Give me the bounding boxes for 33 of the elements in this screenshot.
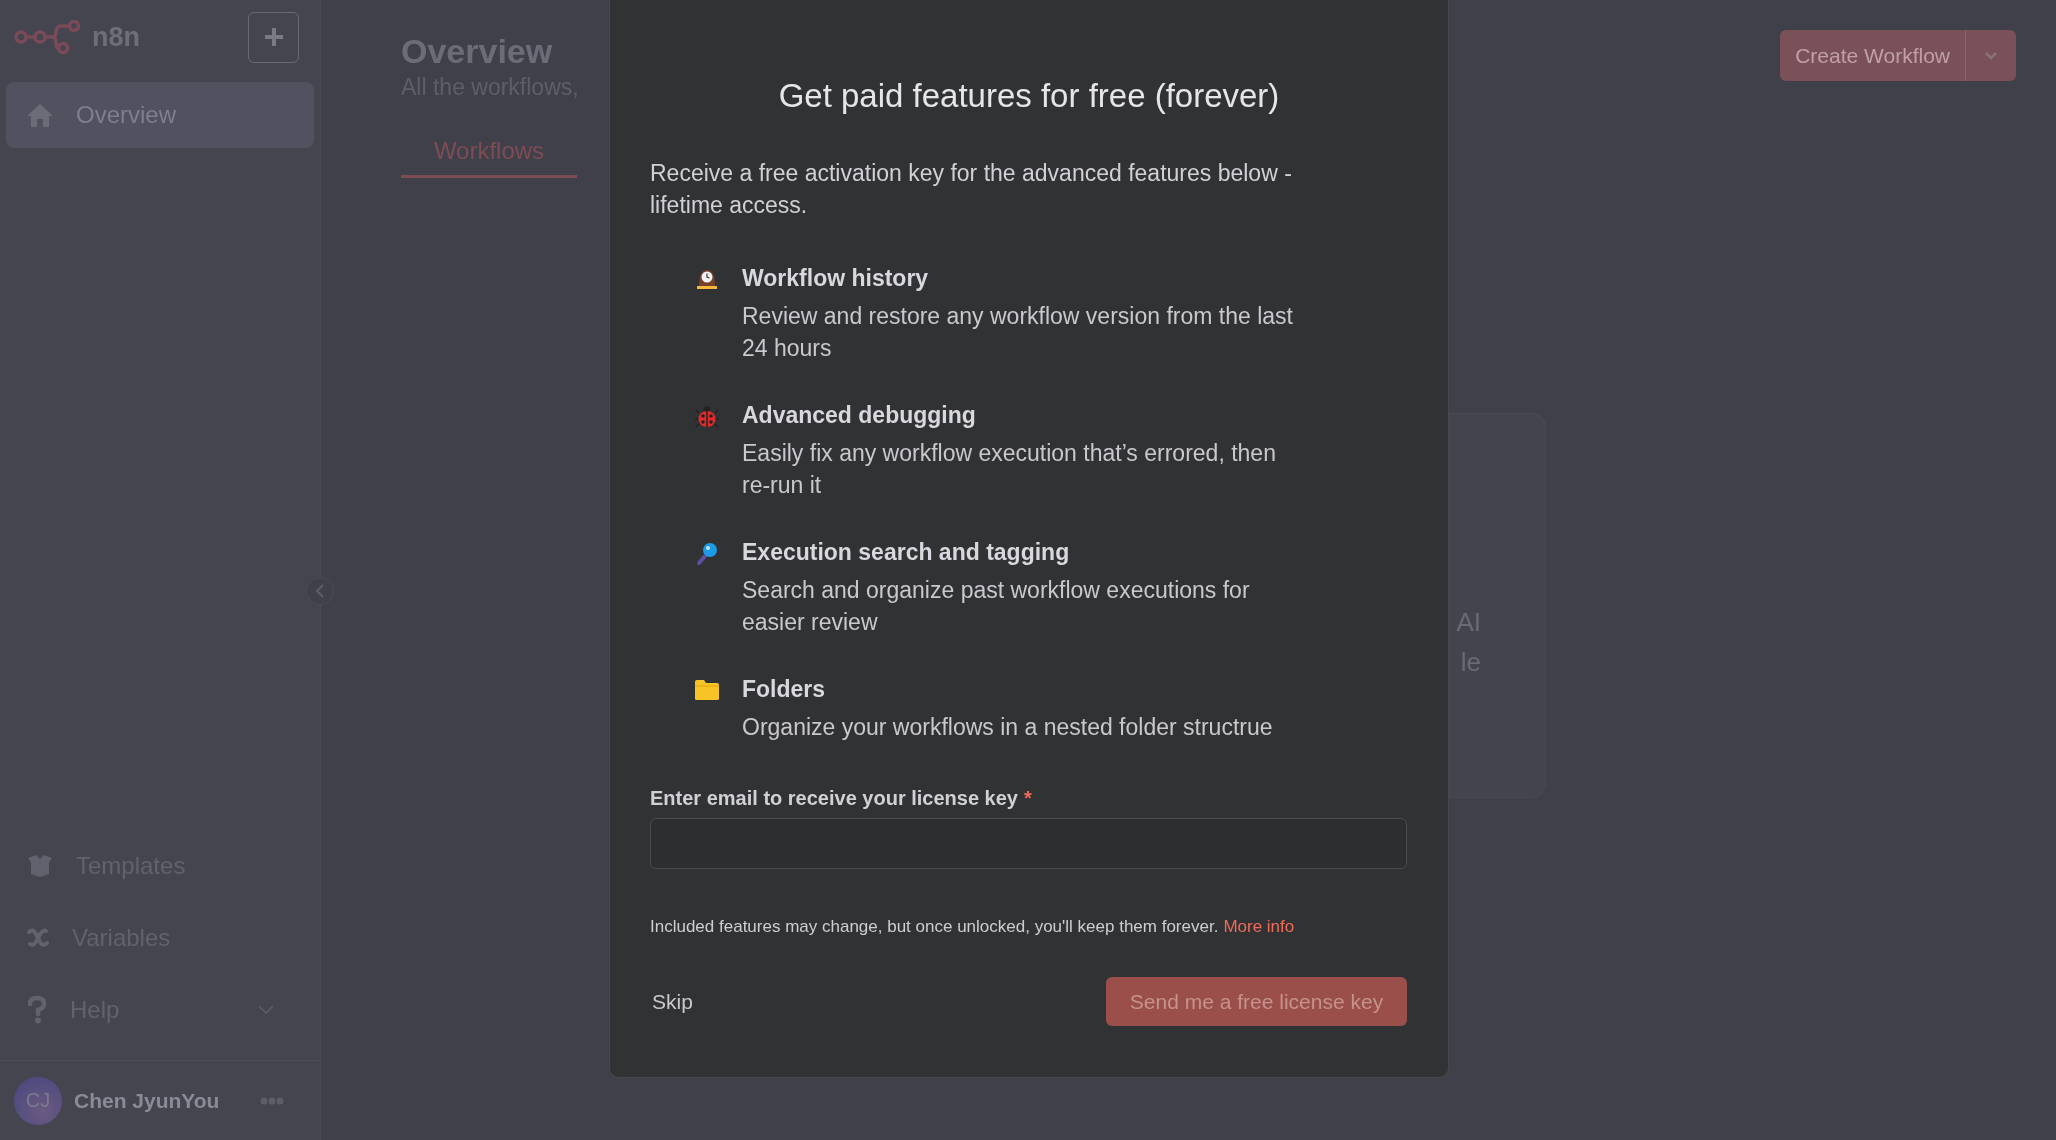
intro-text: Receive a free activation key for the advanced features below - lifetime access. [650,159,1293,220]
feature-title: Execution search and tagging [742,539,1071,566]
user-name: Chen JyunYou [74,1088,221,1113]
more-info-link[interactable]: More info [1223,917,1295,936]
box-icon [26,854,54,878]
feature-description: Easily fix any workflow execution that’s errored, then re-run it [742,439,1277,500]
required-mark: * [1023,787,1032,809]
send-license-key-button[interactable]: Send me a free license key [1106,977,1407,1026]
italic-x-icon [26,926,50,950]
feature-title: Workflow history [742,265,930,292]
question-mark-icon [26,996,48,1024]
dialog-title: Get paid features for free (forever) [777,77,1281,115]
home-icon [26,102,54,128]
chevron-down-icon [1984,50,1998,61]
feature-description: Search and organize past workflow executions for easier review [742,576,1251,637]
folder-icon [694,679,720,701]
field-label: Enter email to receive your license key [650,787,1018,809]
feature-title: Folders [742,676,827,703]
tab[interactable]: Workflows [401,137,577,178]
email-field[interactable] [650,818,1407,869]
add-button[interactable] [248,11,299,63]
feature-description: Review and restore any workflow version from the last 24 hours [742,302,1294,363]
skip-button[interactable]: Skip [650,985,695,1018]
feature-description: Organize your workflows in a nested folder structrue [742,713,1274,742]
more-icon[interactable] [260,1096,284,1105]
ladybug-icon [695,405,719,429]
disclaimer-text: Included features may change, but once unlocked, you'll keep them forever. More info [650,917,1296,937]
clock-icon [695,268,719,290]
chevron-left-icon [315,584,325,598]
feature-title: Advanced debugging [742,402,977,429]
plus-icon [262,26,285,48]
logo-icon [14,20,80,54]
magnifier-icon [695,542,719,566]
